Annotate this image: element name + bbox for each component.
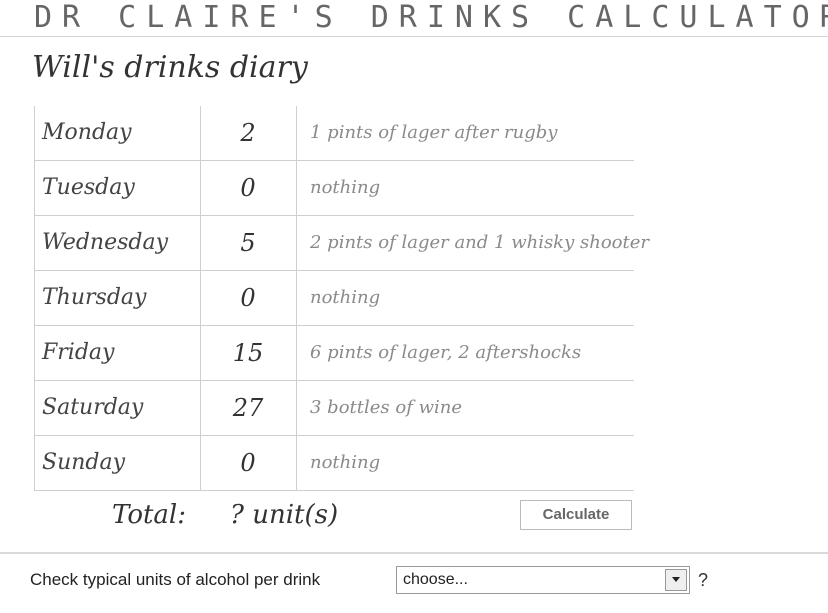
units-cell[interactable]: 27: [200, 381, 296, 435]
units-cell[interactable]: 15: [200, 326, 296, 380]
table-row: Monday 2 1 pints of lager after rugby: [34, 106, 634, 161]
day-label: Sunday: [42, 450, 126, 475]
table-row: Friday 15 6 pints of lager, 2 aftershock…: [34, 326, 634, 381]
table-row: Sunday 0 nothing: [34, 436, 634, 491]
note-cell[interactable]: 6 pints of lager, 2 aftershocks: [310, 326, 581, 380]
units-lookup-label: Check typical units of alcohol per drink: [30, 570, 321, 589]
units-cell[interactable]: 5: [200, 216, 296, 270]
note-cell[interactable]: 2 pints of lager and 1 whisky shooter: [310, 216, 649, 270]
units-cell[interactable]: 2: [200, 106, 296, 160]
day-label: Tuesday: [42, 175, 135, 200]
units-cell[interactable]: 0: [200, 436, 296, 490]
app-header: DR CLAIRE'S DRINKS CALCULATOR: [0, 0, 828, 37]
total-label: Total:: [112, 500, 187, 530]
note-cell[interactable]: nothing: [310, 161, 380, 215]
day-label: Monday: [42, 120, 132, 145]
total-value: ? unit(s): [230, 500, 339, 530]
chevron-down-icon[interactable]: [665, 569, 687, 591]
table-row: Saturday 27 3 bottles of wine: [34, 381, 634, 436]
drink-type-select-value: choose...: [403, 571, 468, 588]
drink-type-select[interactable]: choose...: [396, 566, 690, 594]
table-row: Wednesday 5 2 pints of lager and 1 whisk…: [34, 216, 649, 271]
note-cell[interactable]: nothing: [310, 436, 380, 490]
units-lookup-bar: Check typical units of alcohol per drink…: [0, 552, 828, 613]
table-row: Tuesday 0 nothing: [34, 161, 634, 216]
table-row: Thursday 0 nothing: [34, 271, 634, 326]
note-cell[interactable]: 3 bottles of wine: [310, 381, 462, 435]
calculate-button[interactable]: Calculate: [520, 500, 632, 530]
day-label: Friday: [42, 340, 115, 365]
app-title: DR CLAIRE'S DRINKS CALCULATOR: [34, 0, 828, 35]
units-cell[interactable]: 0: [200, 271, 296, 325]
units-cell[interactable]: 0: [200, 161, 296, 215]
help-icon[interactable]: ?: [698, 570, 708, 591]
diary-title: Will's drinks diary: [32, 50, 308, 85]
note-cell[interactable]: nothing: [310, 271, 380, 325]
day-label: Thursday: [42, 285, 147, 310]
day-label: Wednesday: [42, 230, 169, 255]
day-label: Saturday: [42, 395, 144, 420]
note-cell[interactable]: 1 pints of lager after rugby: [310, 106, 557, 160]
